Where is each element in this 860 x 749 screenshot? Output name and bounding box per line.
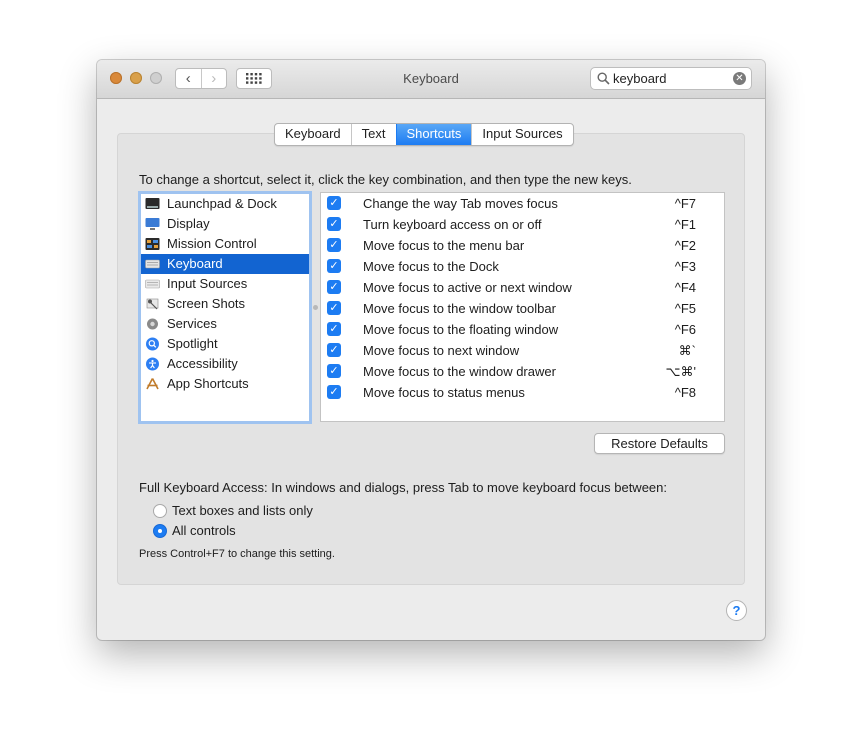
full-keyboard-access-label: Full Keyboard Access: In windows and dia… bbox=[139, 480, 667, 495]
shortcut-label: Move focus to the menu bar bbox=[363, 238, 525, 253]
shortcut-key[interactable]: ^F7 bbox=[675, 193, 696, 214]
shortcut-checkbox[interactable]: ✓ bbox=[327, 259, 341, 273]
keyboard-icon bbox=[145, 259, 160, 269]
tab-bar: Keyboard Text Shortcuts Input Sources bbox=[274, 123, 574, 146]
shortcut-row[interactable]: ✓ Move focus to status menus ^F8 bbox=[321, 382, 724, 403]
shortcut-checkbox[interactable]: ✓ bbox=[327, 301, 341, 315]
shortcut-label: Move focus to the Dock bbox=[363, 259, 499, 274]
spotlight-icon bbox=[146, 337, 159, 351]
search-input[interactable] bbox=[613, 70, 731, 87]
shortcut-label: Move focus to status menus bbox=[363, 385, 525, 400]
category-accessibility[interactable]: Accessibility bbox=[141, 354, 309, 374]
help-button[interactable]: ? bbox=[726, 600, 747, 621]
shortcut-row[interactable]: ✓ Move focus to next window ⌘` bbox=[321, 340, 724, 361]
category-services[interactable]: Services bbox=[141, 314, 309, 334]
search-icon bbox=[597, 72, 610, 85]
shortcut-checkbox[interactable]: ✓ bbox=[327, 196, 341, 210]
shortcut-list[interactable]: ✓ Change the way Tab moves focus ^F7 ✓ T… bbox=[320, 192, 725, 422]
app-shortcuts-icon bbox=[146, 378, 159, 390]
shortcut-row[interactable]: ✓ Move focus to the menu bar ^F2 bbox=[321, 235, 724, 256]
preferences-window: ‹ › Keyboard ✕ bbox=[97, 60, 765, 640]
shortcut-key[interactable]: ^F8 bbox=[675, 382, 696, 403]
shortcut-checkbox[interactable]: ✓ bbox=[327, 238, 341, 252]
tab-keyboard[interactable]: Keyboard bbox=[275, 124, 351, 145]
shortcut-row[interactable]: ✓ Move focus to the window drawer ⌥⌘' bbox=[321, 361, 724, 382]
shortcut-row[interactable]: ✓ Move focus to the window toolbar ^F5 bbox=[321, 298, 724, 319]
shortcut-key[interactable]: ^F6 bbox=[675, 319, 696, 340]
tab-input-sources[interactable]: Input Sources bbox=[471, 124, 572, 145]
title-bar: ‹ › Keyboard ✕ bbox=[97, 60, 765, 99]
shortcut-row[interactable]: ✓ Change the way Tab moves focus ^F7 bbox=[321, 193, 724, 214]
shortcut-label: Move focus to the window drawer bbox=[363, 364, 556, 379]
shortcut-row[interactable]: ✓ Move focus to the Dock ^F3 bbox=[321, 256, 724, 277]
input-sources-icon bbox=[145, 279, 160, 289]
shortcut-label: Move focus to active or next window bbox=[363, 280, 572, 295]
category-display[interactable]: Display bbox=[141, 214, 309, 234]
shortcut-key[interactable]: ⌥⌘' bbox=[666, 361, 696, 382]
shortcut-row[interactable]: ✓ Move focus to the floating window ^F6 bbox=[321, 319, 724, 340]
split-view-handle[interactable] bbox=[313, 305, 318, 310]
shortcut-key[interactable]: ^F5 bbox=[675, 298, 696, 319]
category-screen-shots[interactable]: Screen Shots bbox=[141, 294, 309, 314]
category-list[interactable]: Launchpad & Dock Display Mission Control… bbox=[138, 191, 312, 424]
mission-control-icon bbox=[145, 238, 160, 250]
hint-text: Press Control+F7 to change this setting. bbox=[139, 548, 335, 560]
category-keyboard[interactable]: Keyboard bbox=[141, 254, 309, 274]
launchpad-icon bbox=[145, 198, 160, 209]
shortcut-key[interactable]: ^F4 bbox=[675, 277, 696, 298]
screenshot-icon bbox=[146, 298, 159, 310]
shortcut-key[interactable]: ^F3 bbox=[675, 256, 696, 277]
tab-text[interactable]: Text bbox=[350, 124, 396, 145]
shortcut-label: Move focus to next window bbox=[363, 343, 520, 358]
shortcut-label: Move focus to the window toolbar bbox=[363, 301, 556, 316]
shortcut-label: Turn keyboard access on or off bbox=[363, 217, 542, 232]
category-input-sources[interactable]: Input Sources bbox=[141, 274, 309, 294]
shortcut-key[interactable]: ⌘` bbox=[679, 340, 696, 361]
shortcut-key[interactable]: ^F1 bbox=[675, 214, 696, 235]
clear-search-icon[interactable]: ✕ bbox=[733, 72, 746, 85]
display-icon bbox=[145, 218, 160, 230]
radio-button-selected[interactable] bbox=[153, 524, 167, 538]
shortcut-row[interactable]: ✓ Turn keyboard access on or off ^F1 bbox=[321, 214, 724, 235]
accessibility-icon bbox=[146, 357, 159, 371]
shortcut-key[interactable]: ^F2 bbox=[675, 235, 696, 256]
tab-shortcuts[interactable]: Shortcuts bbox=[395, 124, 472, 145]
shortcut-checkbox[interactable]: ✓ bbox=[327, 364, 341, 378]
search-field[interactable]: ✕ bbox=[590, 67, 752, 90]
category-launchpad-dock[interactable]: Launchpad & Dock bbox=[141, 194, 309, 214]
shortcut-checkbox[interactable]: ✓ bbox=[327, 280, 341, 294]
shortcut-label: Move focus to the floating window bbox=[363, 322, 559, 337]
instruction-text: To change a shortcut, select it, click t… bbox=[139, 172, 632, 187]
services-gear-icon bbox=[147, 318, 158, 330]
shortcut-row[interactable]: ✓ Move focus to active or next window ^F… bbox=[321, 277, 724, 298]
shortcut-checkbox[interactable]: ✓ bbox=[327, 322, 341, 336]
category-mission-control[interactable]: Mission Control bbox=[141, 234, 309, 254]
category-app-shortcuts[interactable]: App Shortcuts bbox=[141, 374, 309, 394]
category-spotlight[interactable]: Spotlight bbox=[141, 334, 309, 354]
shortcut-checkbox[interactable]: ✓ bbox=[327, 343, 341, 357]
shortcut-checkbox[interactable]: ✓ bbox=[327, 385, 341, 399]
shortcut-label: Change the way Tab moves focus bbox=[363, 196, 558, 211]
radio-button-unselected[interactable] bbox=[153, 504, 167, 518]
shortcut-checkbox[interactable]: ✓ bbox=[327, 217, 341, 231]
restore-defaults-button[interactable]: Restore Defaults bbox=[594, 433, 725, 454]
